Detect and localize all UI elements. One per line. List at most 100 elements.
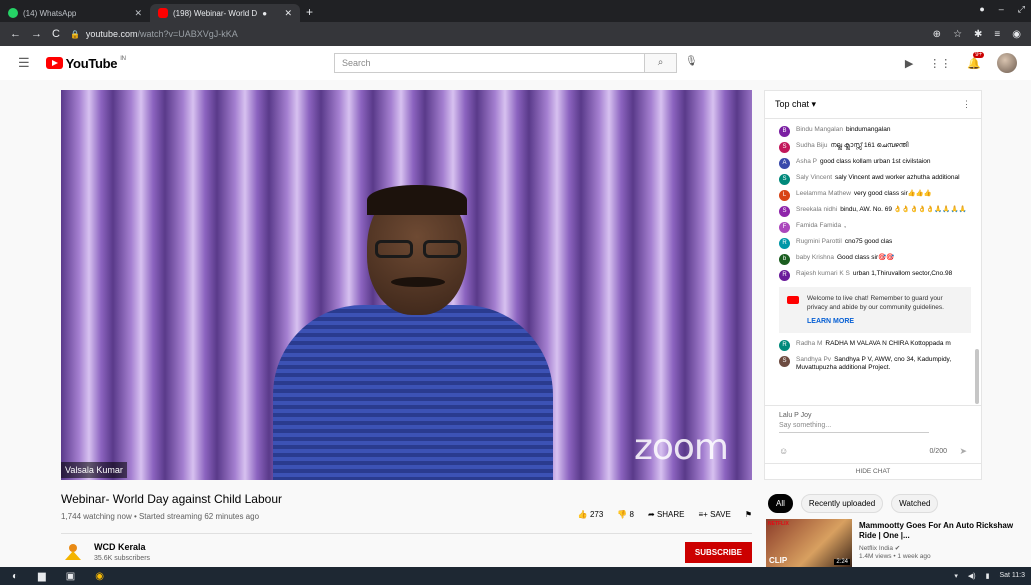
chat-scrollbar[interactable] bbox=[975, 349, 979, 404]
whatsapp-icon bbox=[8, 8, 18, 18]
dislike-button[interactable]: 👎 8 bbox=[617, 510, 634, 519]
chip-watched[interactable]: Watched bbox=[891, 494, 939, 513]
recommended-channel[interactable]: Netflix India ✔ bbox=[859, 544, 900, 552]
chat-author[interactable]: Bindu Mangalan bbox=[796, 126, 843, 133]
subscribe-button[interactable]: SUBSCRIBE bbox=[684, 542, 752, 563]
chat-author[interactable]: Saly Vincent bbox=[796, 174, 832, 181]
report-flag-icon[interactable]: ⚑ bbox=[745, 510, 752, 519]
chat-avatar[interactable]: S bbox=[779, 206, 790, 217]
more-options-icon[interactable]: ⋮ bbox=[962, 99, 971, 110]
chat-message: S Sandhya Pv Sandhya P V, AWW, cno 34, Kad… bbox=[779, 356, 971, 372]
maximize-button[interactable]: ⤢ bbox=[1018, 4, 1025, 15]
search-input[interactable]: Search bbox=[334, 53, 645, 73]
playlist-icon[interactable]: ≡ bbox=[994, 29, 1000, 40]
thumbs-down-icon: 👎 bbox=[617, 510, 628, 519]
chat-avatar[interactable]: R bbox=[779, 270, 790, 281]
reload-icon[interactable]: C bbox=[52, 28, 60, 40]
chrome-icon[interactable]: ◉ bbox=[95, 571, 104, 582]
current-user-name: Lalu P Joy bbox=[779, 412, 812, 419]
chat-avatar[interactable]: S bbox=[779, 174, 790, 185]
top-chat-dropdown[interactable]: Top chat ▾ bbox=[775, 99, 816, 110]
chat-author[interactable]: Rajesh kumari K S bbox=[796, 270, 850, 277]
microphone-icon[interactable]: 🎙 bbox=[685, 56, 698, 67]
tab-label: (198) Webinar- World D bbox=[173, 8, 258, 18]
chat-avatar[interactable]: R bbox=[779, 340, 790, 351]
share-button[interactable]: ➦ SHARE bbox=[648, 510, 685, 519]
forward-icon[interactable]: → bbox=[31, 28, 42, 40]
star-icon[interactable]: ☆ bbox=[953, 29, 962, 40]
chat-author[interactable]: Sreekala nidhi bbox=[796, 206, 837, 213]
channel-name[interactable]: WCD Kerala bbox=[94, 542, 146, 552]
chat-avatar[interactable]: F bbox=[779, 222, 790, 233]
save-button[interactable]: ≡+ SAVE bbox=[699, 510, 731, 519]
chat-author[interactable]: Sandhya Pv bbox=[796, 356, 831, 363]
speaker-name-label: Valsala Kumar bbox=[61, 462, 127, 478]
chat-message: S Sreekala nidhi bindu, AW. No. 69 👌👌👌👌👌🙏🙏… bbox=[779, 206, 971, 217]
minimize-button[interactable]: – bbox=[999, 4, 1004, 15]
recommended-video[interactable]: NETFLIX CLIP 2:24 Mammootty Goes For An … bbox=[766, 519, 1028, 567]
emoji-icon[interactable]: ☺ bbox=[779, 446, 788, 456]
create-video-icon[interactable]: ▶ bbox=[905, 57, 913, 70]
url-field[interactable]: youtube.com/watch?v=UABXVgJ-kKA bbox=[86, 29, 238, 39]
tab-whatsapp[interactable]: (14) WhatsApp ✕ bbox=[0, 4, 150, 22]
chat-author[interactable]: Famida Famida bbox=[796, 222, 841, 229]
extensions-icon[interactable]: ✱ bbox=[974, 29, 982, 40]
apps-grid-icon[interactable]: ⋮⋮ bbox=[929, 57, 951, 70]
clock[interactable]: Sat 11:3 bbox=[999, 572, 1025, 580]
window-controls: ● – ⤢ bbox=[979, 4, 1025, 15]
lock-icon: 🔒 bbox=[69, 29, 80, 39]
avatar[interactable] bbox=[997, 53, 1017, 73]
video-actions: 👍 273 👎 8 ➦ SHARE ≡+ SAVE ⚑ bbox=[578, 510, 752, 519]
chat-text: saly Vincent awd worker azhutha addition… bbox=[835, 174, 960, 181]
chat-author[interactable]: Rugmini Parottil bbox=[796, 238, 842, 245]
battery-icon[interactable]: ▮ bbox=[986, 572, 990, 580]
send-icon[interactable]: ➤ bbox=[959, 446, 967, 457]
chat-author[interactable]: Leelamma Mathew bbox=[796, 190, 851, 197]
launcher-icon[interactable]: ◐ bbox=[12, 571, 18, 582]
recommended-title[interactable]: Mammootty Goes For An Auto Rickshaw Ride… bbox=[859, 521, 1019, 541]
search-button[interactable]: ⌕ bbox=[645, 53, 677, 73]
wifi-icon[interactable]: ▾ bbox=[954, 572, 958, 580]
chat-author[interactable]: Radha M bbox=[796, 340, 822, 347]
welcome-banner: Welcome to live chat! Remember to guard … bbox=[779, 287, 971, 333]
menu-icon[interactable]: ☰ bbox=[18, 55, 30, 71]
chat-author[interactable]: Asha P bbox=[796, 158, 817, 165]
notification-badge: 9+ bbox=[973, 51, 985, 58]
back-icon[interactable]: ← bbox=[10, 28, 21, 40]
thumbs-up-icon: 👍 bbox=[577, 510, 588, 519]
learn-more-link[interactable]: LEARN MORE bbox=[807, 317, 963, 326]
duration-badge: 2:24 bbox=[834, 559, 850, 565]
chat-avatar[interactable]: B bbox=[779, 126, 790, 137]
profile-avatar-icon[interactable]: ◉ bbox=[1012, 29, 1021, 40]
like-button[interactable]: 👍 273 bbox=[578, 510, 604, 519]
chat-author[interactable]: Sudha Biju bbox=[796, 142, 827, 149]
youtube-logo[interactable]: YouTube IN bbox=[45, 56, 126, 71]
chip-recently-uploaded[interactable]: Recently uploaded bbox=[800, 494, 884, 513]
thumbnail-label: CLIP bbox=[769, 556, 788, 565]
chat-avatar[interactable]: L bbox=[779, 190, 790, 201]
close-icon[interactable]: ✕ bbox=[134, 8, 142, 19]
files-icon[interactable]: ▆ bbox=[38, 571, 46, 582]
chat-avatar[interactable]: R bbox=[779, 238, 790, 249]
video-player[interactable]: Valsala Kumar zoom bbox=[61, 90, 752, 480]
chat-author[interactable]: baby Krishna bbox=[796, 254, 834, 261]
chat-avatar[interactable]: S bbox=[779, 356, 790, 367]
profile-icon[interactable]: ● bbox=[979, 4, 984, 15]
close-icon[interactable]: ✕ bbox=[284, 8, 292, 19]
notifications-bell-icon[interactable]: 🔔 9+ bbox=[967, 51, 985, 70]
video-thumbnail[interactable]: NETFLIX CLIP 2:24 bbox=[766, 519, 852, 567]
store-icon[interactable]: ▣ bbox=[66, 571, 75, 582]
channel-logo[interactable] bbox=[63, 542, 83, 562]
speaker-figure bbox=[273, 185, 553, 480]
chat-avatar[interactable]: b bbox=[779, 254, 790, 265]
chip-all[interactable]: All bbox=[768, 494, 793, 513]
chat-avatar[interactable]: A bbox=[779, 158, 790, 169]
chat-avatar[interactable]: S bbox=[779, 142, 790, 153]
volume-icon[interactable]: ◀) bbox=[968, 572, 976, 580]
chat-input[interactable]: Say something... bbox=[779, 422, 929, 433]
new-tab-button[interactable]: + bbox=[306, 4, 313, 22]
lens-icon[interactable]: ⊕ bbox=[933, 29, 941, 40]
tab-youtube[interactable]: (198) Webinar- World D ● ✕ bbox=[150, 4, 300, 22]
chat-message: F Famida Famida, bbox=[779, 222, 971, 233]
hide-chat-button[interactable]: HIDE CHAT bbox=[765, 463, 981, 479]
